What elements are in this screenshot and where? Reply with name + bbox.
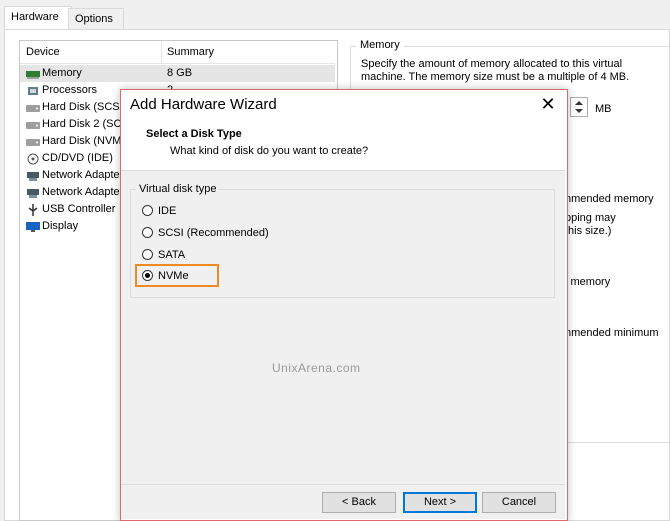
tab-options[interactable]: Options <box>68 8 124 29</box>
device-row[interactable]: Memory 8 GB <box>20 65 335 82</box>
dialog-heading: Select a Disk Type <box>146 128 242 140</box>
close-icon[interactable]: ✕ <box>539 95 557 113</box>
usb-icon <box>26 204 40 216</box>
radio-label: SATA <box>158 249 186 261</box>
memory-text-fragment: nmended minimum <box>565 327 659 339</box>
dialog-title: Add Hardware Wizard <box>130 96 277 113</box>
harddisk-icon <box>26 136 40 146</box>
button-bar-divider <box>121 484 565 485</box>
back-button[interactable]: < Back <box>322 492 396 513</box>
memory-group-title: Memory <box>356 39 404 51</box>
disk-type-group-title: Virtual disk type <box>136 183 220 195</box>
device-name: CD/DVD (IDE) <box>42 152 113 164</box>
memory-description: Specify the amount of memory allocated t… <box>361 58 630 83</box>
device-name: Hard Disk (SCSI) <box>42 101 127 113</box>
memory-text-fragment: nmended memory <box>565 193 654 205</box>
highlight-box <box>135 264 219 287</box>
next-button[interactable]: Next > <box>403 492 477 513</box>
tab-hardware[interactable]: Hardware <box>4 6 72 29</box>
device-name: Memory <box>42 67 82 79</box>
column-summary[interactable]: Summary <box>167 46 214 58</box>
network-icon <box>26 170 40 181</box>
device-name: Hard Disk (NVMe) <box>42 135 132 147</box>
display-icon <box>26 221 40 232</box>
dialog-subheading: What kind of disk do you want to create? <box>170 145 369 157</box>
cd-icon <box>26 153 40 165</box>
device-name: USB Controller <box>42 203 116 215</box>
tab-hardware-label: Hardware <box>11 11 59 23</box>
device-name: Processors <box>42 84 98 96</box>
memory-spinner[interactable] <box>570 97 588 117</box>
tab-options-label: Options <box>75 13 113 25</box>
column-divider <box>161 41 162 63</box>
processor-icon <box>26 85 40 95</box>
device-summary: 8 GB <box>167 67 193 79</box>
network-icon <box>26 187 40 198</box>
memory-text-fragment: pping may <box>565 212 616 224</box>
harddisk-icon <box>26 102 40 112</box>
radio-button[interactable] <box>142 249 153 260</box>
radio-button[interactable] <box>142 227 153 238</box>
cancel-button[interactable]: Cancel <box>482 492 556 513</box>
radio-button[interactable] <box>142 205 153 216</box>
harddisk-icon <box>26 119 40 129</box>
radio-label: SCSI (Recommended) <box>158 227 269 239</box>
memory-unit: MB <box>595 103 612 115</box>
memory-text-fragment: this size.) <box>565 225 612 237</box>
radio-label: IDE <box>158 205 177 217</box>
device-name: Network Adapter <box>42 186 124 198</box>
device-name: Network Adapter <box>42 169 124 181</box>
memory-icon <box>26 68 40 79</box>
memory-text-fragment: l memory <box>565 276 611 288</box>
watermark: UnixArena.com <box>272 361 361 375</box>
column-device[interactable]: Device <box>26 46 60 58</box>
device-name: Display <box>42 220 79 232</box>
spinner-arrows-icon <box>575 101 583 113</box>
